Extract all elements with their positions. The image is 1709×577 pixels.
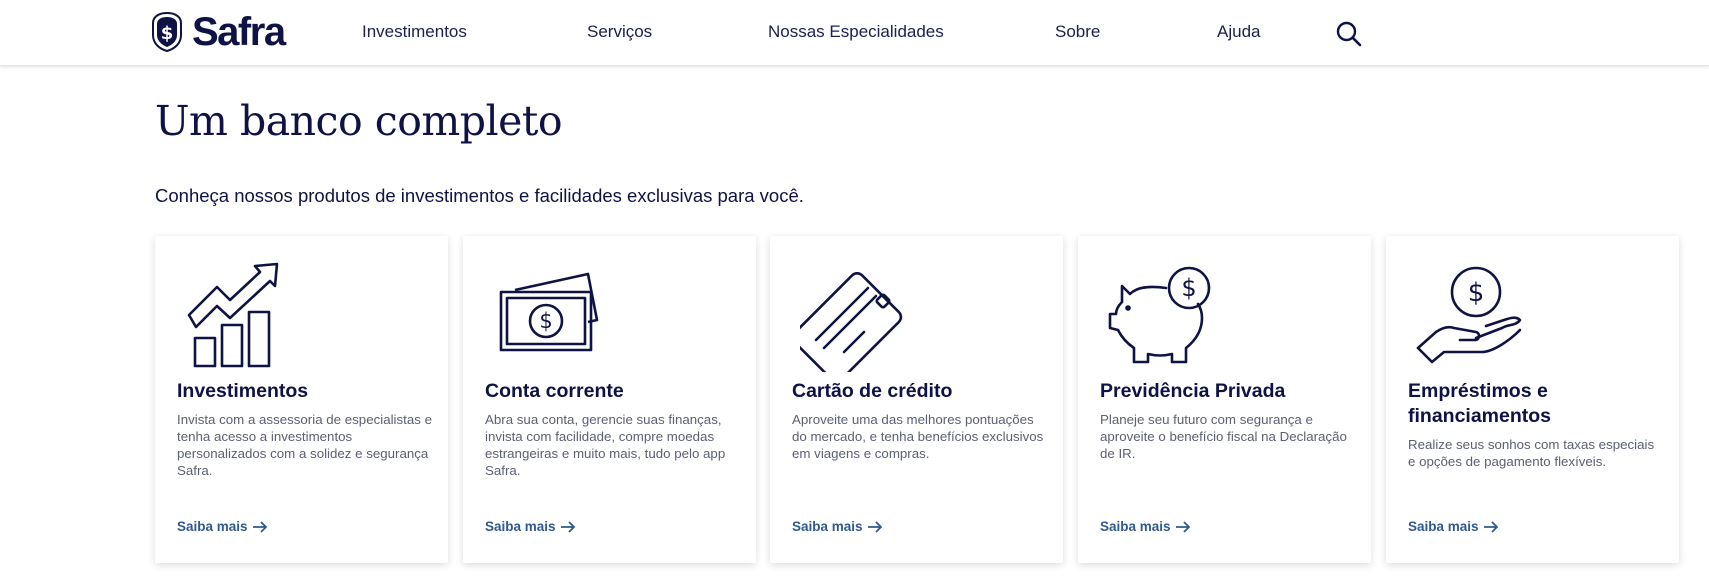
hand-coin-icon: $ [1416,266,1522,364]
brand-name: Safra [192,9,286,54]
saiba-mais-link[interactable]: Saiba mais [1408,519,1499,534]
card-description: Abra sua conta, gerencie suas finanças, … [485,412,726,478]
product-card-investimentos: Investimentos Invista com a assessoria d… [155,236,448,563]
card-title: Conta corrente [485,380,624,402]
nav-servicos[interactable]: Serviços [587,22,652,42]
page-subtitle: Conheça nossos produtos de investimentos… [155,185,804,206]
arrow-right-icon [867,520,882,533]
nav-sobre[interactable]: Sobre [1055,22,1100,42]
card-title: Previdência Privada [1100,380,1286,402]
card-title: Empréstimos e financiamentos [1408,380,1552,427]
piggy-bank-icon: $ [1108,266,1211,364]
product-card-cartao-de-credito: Cartão de crédito Aproveite uma das melh… [770,236,1063,563]
product-card-conta-corrente: $ Conta corrente Abra sua conta, gerenci… [463,236,756,563]
money-bills-icon: $ [499,272,599,352]
saiba-mais-link[interactable]: Saiba mais [177,519,268,534]
svg-text:$: $ [1181,274,1196,302]
link-label: Saiba mais [1408,519,1479,534]
arrow-right-icon [252,520,267,533]
svg-text:$: $ [539,309,552,333]
arrow-right-icon [1175,520,1190,533]
saiba-mais-link[interactable]: Saiba mais [792,519,883,534]
saiba-mais-link[interactable]: Saiba mais [485,519,576,534]
credit-card-icon [800,271,903,372]
link-label: Saiba mais [792,519,863,534]
nav-nossas-especialidades[interactable]: Nossas Especialidades [768,22,944,42]
link-label: Saiba mais [1100,519,1171,534]
arrow-right-icon [1483,520,1498,533]
product-card-previdencia-privada: $ Previdência Privada Planeje seu futuro… [1078,236,1371,563]
svg-text:$: $ [161,23,174,44]
product-card-emprestimos-e-financiamentos: $ Empréstimos e financiamentos Realize s… [1386,236,1679,563]
card-description: Realize seus sonhos com taxas especiais … [1408,437,1655,469]
search-icon [1336,21,1362,47]
card-title: Cartão de crédito [792,380,953,402]
card-description: Aproveite uma das melhores pontuações do… [792,412,1044,461]
card-title: Investimentos [177,380,309,402]
card-description: Invista com a assessoria de especialista… [177,412,432,478]
link-label: Saiba mais [485,519,556,534]
growth-chart-icon [187,262,279,368]
nav-investimentos[interactable]: Investimentos [362,22,467,42]
arrow-right-icon [560,520,575,533]
svg-text:$: $ [1468,278,1485,308]
saiba-mais-link[interactable]: Saiba mais [1100,519,1191,534]
nav-ajuda[interactable]: Ajuda [1217,22,1260,42]
safra-logo[interactable]: $ Safra [150,9,286,54]
page-title: Um banco completo [155,97,563,145]
card-description: Planeje seu futuro com segurança e aprov… [1100,412,1347,461]
top-header: $ Safra Investimentos Serviços Nossas Es… [0,0,1709,66]
search-button[interactable] [1335,20,1363,53]
link-label: Saiba mais [177,519,248,534]
safra-emblem-icon: $ [152,11,182,53]
